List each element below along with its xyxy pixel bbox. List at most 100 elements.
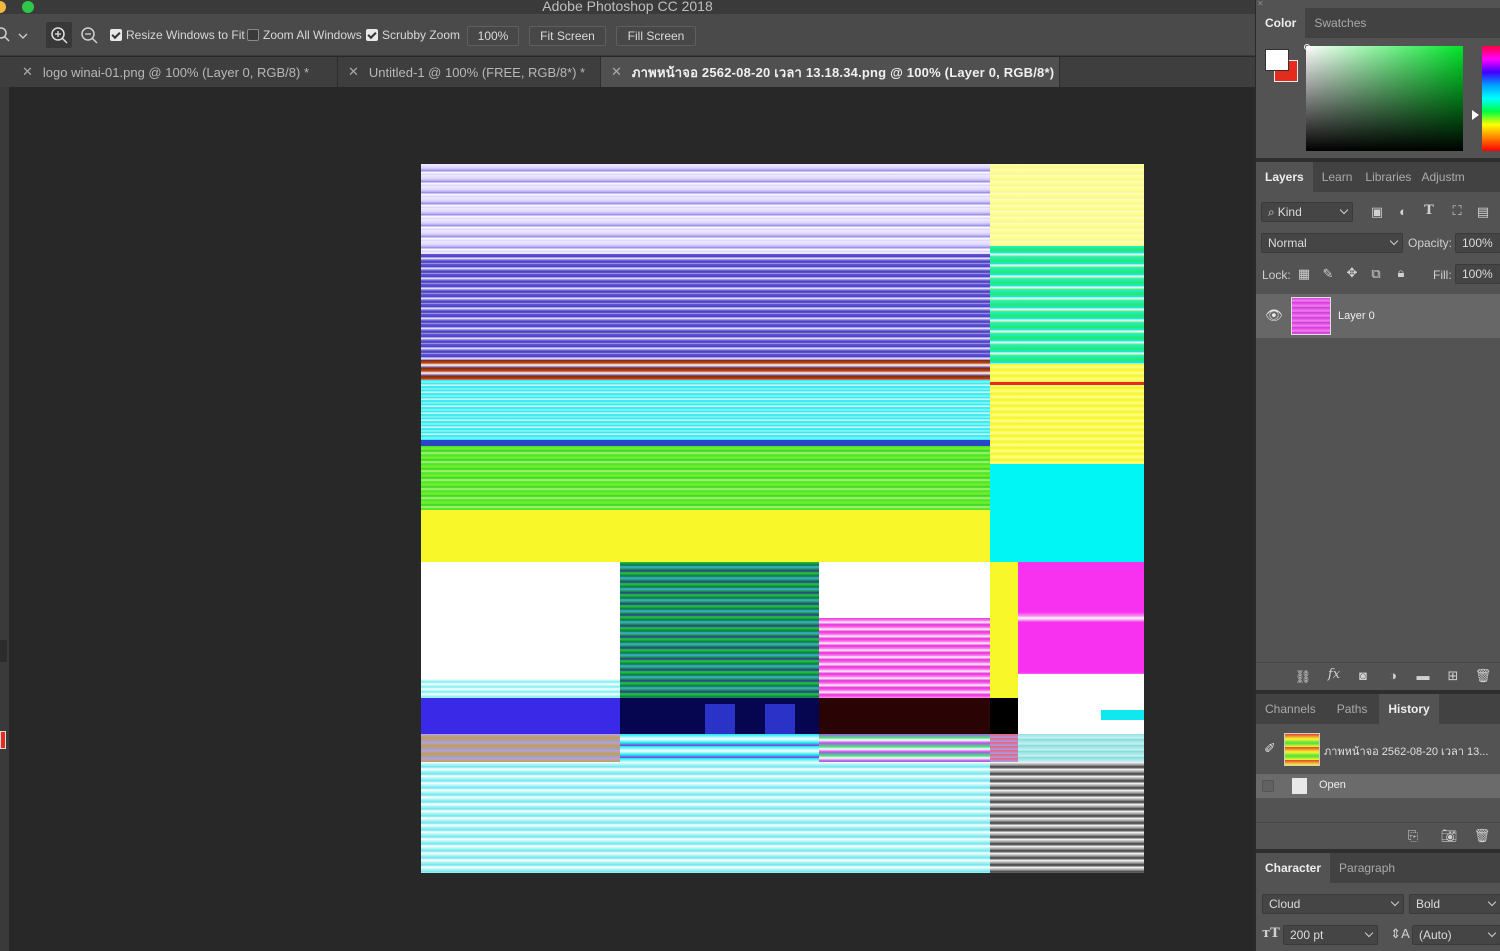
resize-windows-checkbox[interactable]: Resize Windows to Fit — [110, 14, 245, 56]
fill-label: Fill: — [1433, 268, 1452, 282]
color-picker-cursor[interactable] — [1304, 44, 1310, 50]
close-tab-icon[interactable]: ✕ — [348, 64, 359, 80]
resize-windows-label: Resize Windows to Fit — [126, 28, 245, 42]
font-style-value: Bold — [1416, 897, 1441, 911]
zoom-tool-preset[interactable] — [0, 14, 30, 56]
zoom-percent-field[interactable]: 100% — [467, 26, 519, 46]
blend-mode-select[interactable]: Normal — [1261, 233, 1403, 253]
font-family-select[interactable]: Cloud — [1262, 894, 1404, 914]
link-layers-icon[interactable]: ⛓ — [1294, 669, 1312, 685]
hue-slider[interactable] — [1482, 46, 1500, 151]
layer-style-fx-icon[interactable]: fx — [1324, 667, 1344, 682]
new-layer-icon[interactable]: ⊞ — [1444, 668, 1462, 684]
glitch-band-yellow — [421, 510, 990, 562]
delete-layer-trash-icon[interactable]: 🗑︎ — [1474, 668, 1492, 684]
new-group-folder-icon[interactable]: ▬ — [1414, 668, 1432, 683]
layer-name[interactable]: Layer 0 — [1338, 310, 1375, 322]
history-brush-source-icon[interactable]: ✐ — [1264, 740, 1276, 757]
close-tab-icon[interactable]: ✕ — [22, 64, 33, 80]
leading-value: (Auto) — [1419, 928, 1452, 942]
new-document-from-state-icon[interactable]: ⎘ — [1404, 828, 1422, 844]
background-color-swatch[interactable] — [0, 731, 6, 749]
doc-tab-label: ภาพหน้าจอ 2562-08-20 เวลา 13.18.34.png @… — [631, 64, 1055, 80]
chevron-down-icon — [1487, 928, 1497, 938]
filter-pixel-icon[interactable]: ▣ — [1368, 204, 1386, 220]
zoom-all-check[interactable] — [247, 29, 259, 41]
fill-field[interactable]: 100% — [1455, 264, 1500, 284]
tab-layers[interactable]: Layers — [1256, 162, 1313, 192]
filter-type-icon[interactable]: T — [1420, 203, 1438, 218]
chevron-down-icon — [1487, 897, 1497, 907]
lock-transparent-icon[interactable]: ▦ — [1296, 266, 1312, 282]
filter-shape-icon[interactable]: ⛶ — [1448, 203, 1466, 219]
document-icon — [1292, 778, 1307, 794]
glitch-line-red — [990, 382, 1144, 385]
tab-libraries[interactable]: Libraries — [1361, 162, 1415, 192]
glitch-block-pink — [1018, 562, 1144, 674]
zoom-all-checkbox[interactable]: Zoom All Windows — [247, 14, 362, 56]
close-tab-icon[interactable]: ✕ — [611, 64, 622, 80]
font-size-field[interactable]: 200 pt — [1283, 925, 1378, 945]
zoom-in-button[interactable] — [46, 22, 72, 48]
chevron-down-icon — [1389, 236, 1399, 246]
glitch-band-gray — [990, 762, 1144, 873]
tab-color[interactable]: Color — [1256, 8, 1306, 38]
glitch-block-white-2 — [819, 562, 990, 618]
tab-swatches[interactable]: Swatches — [1305, 8, 1375, 38]
history-source-box[interactable] — [1262, 780, 1274, 792]
doc-tab-untitled[interactable]: ✕ Untitled-1 @ 100% (FREE, RGB/8*) * — [338, 57, 601, 87]
tool-slot[interactable] — [0, 640, 7, 662]
scrubby-zoom-checkbox[interactable]: Scrubby Zoom — [366, 14, 460, 56]
opacity-field[interactable]: 100% — [1455, 233, 1500, 253]
filter-adjustment-icon[interactable]: ◐ — [1394, 204, 1412, 219]
delete-state-trash-icon[interactable]: 🗑︎ — [1473, 828, 1491, 844]
color-picker-field[interactable] — [1306, 46, 1463, 151]
history-snapshot[interactable]: ✐ ภาพหน้าจอ 2562-08-20 เวลา 13... — [1256, 728, 1500, 770]
zoom-out-button[interactable] — [76, 22, 102, 48]
tools-panel — [0, 87, 9, 951]
fill-screen-button[interactable]: Fill Screen — [616, 26, 696, 46]
doc-tab-logo[interactable]: ✕ logo winai-01.png @ 100% (Layer 0, RGB… — [12, 57, 338, 87]
glitch-dark-maroon — [819, 698, 990, 734]
lock-image-brush-icon[interactable]: ✎ — [1320, 266, 1336, 282]
glitch-streak-cyan — [421, 679, 620, 698]
scrubby-zoom-check[interactable] — [366, 29, 378, 41]
layer-filter-kind[interactable]: ⌕ Kind — [1261, 202, 1353, 222]
lock-position-move-icon[interactable]: ✥ — [1344, 265, 1360, 281]
glitch-block-white — [421, 562, 620, 698]
glitch-dark-black — [990, 698, 1018, 734]
hue-slider-pointer-icon[interactable] — [1472, 110, 1479, 120]
tab-character[interactable]: Character — [1256, 853, 1331, 883]
lock-all-icon[interactable]: 🔒︎ — [1393, 265, 1409, 281]
eye-visibility-icon[interactable]: 👁︎ — [1265, 308, 1283, 323]
tab-paragraph[interactable]: Paragraph — [1330, 853, 1404, 883]
tab-adjustments[interactable]: Adjustm — [1415, 162, 1470, 192]
add-mask-icon[interactable]: ◙ — [1354, 668, 1372, 683]
leading-field[interactable]: (Auto) — [1412, 925, 1500, 945]
glitch-block-green — [620, 562, 819, 698]
camera-snapshot-icon[interactable]: 📷︎ — [1440, 828, 1458, 844]
filter-smart-object-icon[interactable]: ▤ — [1474, 204, 1492, 220]
foreground-color-chip[interactable] — [1265, 49, 1289, 71]
title-bar: Adobe Photoshop CC 2018 — [0, 0, 1255, 14]
glitch-streak-brown — [421, 734, 620, 762]
history-state-open[interactable]: Open — [1256, 774, 1500, 798]
resize-windows-check[interactable] — [110, 29, 122, 41]
tab-channels[interactable]: Channels — [1256, 694, 1325, 724]
document-image[interactable] — [421, 164, 1144, 873]
canvas-area[interactable] — [9, 87, 1255, 951]
layer-row-layer-0[interactable]: 👁︎ Layer 0 — [1256, 294, 1500, 338]
doc-tab-screenshot[interactable]: ✕ ภาพหน้าจอ 2562-08-20 เวลา 13.18.34.png… — [601, 57, 1060, 87]
tab-paths[interactable]: Paths — [1325, 694, 1380, 724]
close-panel-icon[interactable]: ✕ — [1257, 0, 1265, 8]
options-bar: Resize Windows to Fit Zoom All Windows S… — [0, 14, 1255, 56]
tab-history[interactable]: History — [1379, 694, 1439, 724]
glitch-streak-violet — [819, 734, 990, 762]
glitch-block-white-3 — [1018, 674, 1144, 734]
fit-screen-button[interactable]: Fit Screen — [529, 26, 606, 46]
adjustment-layer-icon[interactable]: ◑ — [1384, 668, 1402, 683]
lock-artboard-icon[interactable]: ⧉ — [1368, 266, 1384, 282]
font-style-select[interactable]: Bold — [1409, 894, 1500, 914]
tab-learn[interactable]: Learn — [1313, 162, 1362, 192]
glitch-band-blue — [421, 254, 990, 364]
